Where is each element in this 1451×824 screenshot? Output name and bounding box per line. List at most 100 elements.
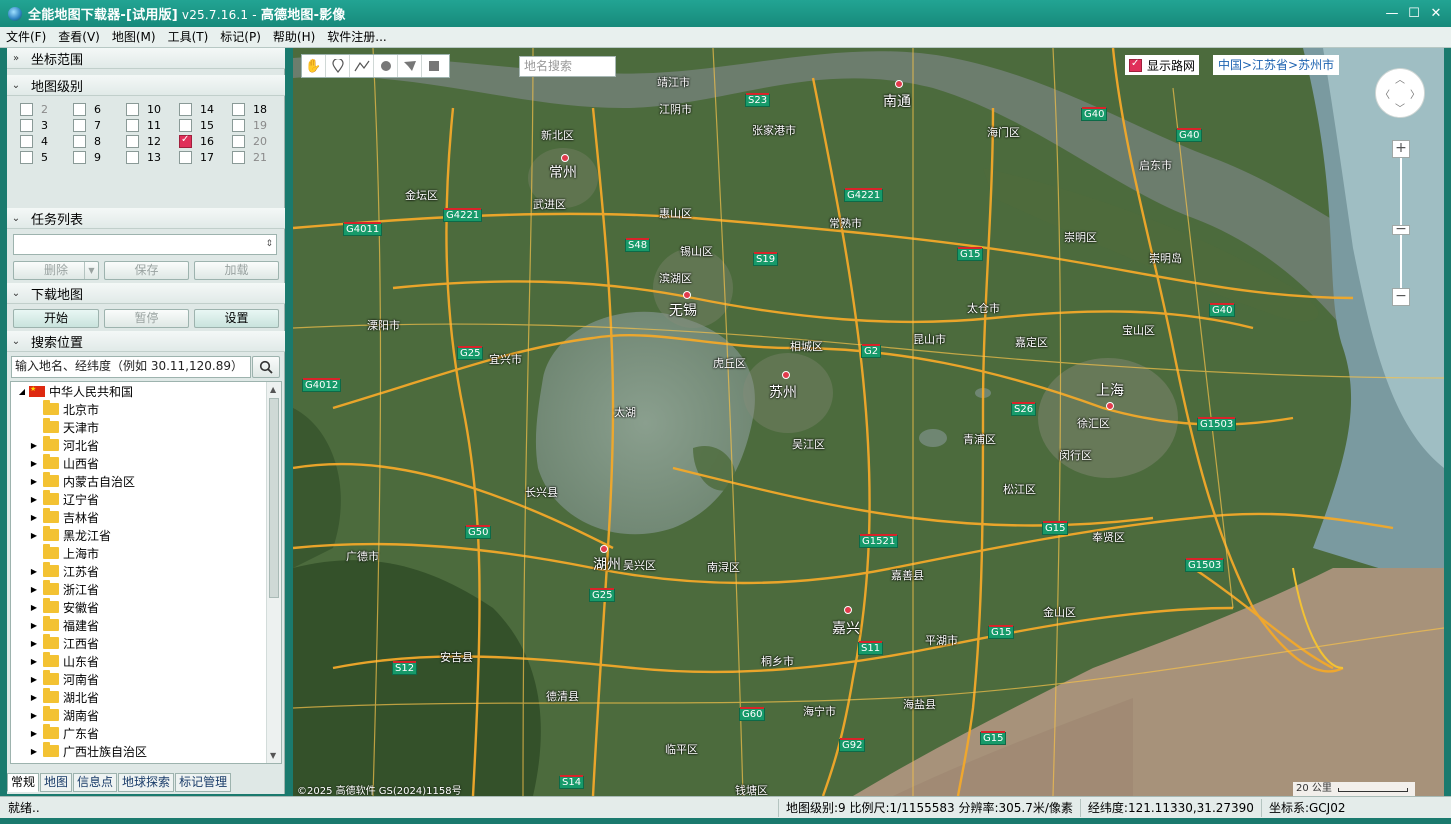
expand-arrow-icon[interactable]: ▶ (29, 621, 39, 630)
tab-map[interactable]: 地图 (40, 773, 73, 792)
tree-item[interactable]: ▶ 江西省 (31, 634, 99, 652)
scroll-up-icon[interactable]: ▲ (270, 385, 276, 394)
delete-task-button[interactable]: 删除 ▼ (13, 261, 99, 280)
expand-arrow-icon[interactable]: ▶ (29, 513, 39, 522)
tree-item[interactable]: ▶ 内蒙古自治区 (31, 472, 135, 490)
checkbox-box[interactable] (73, 102, 86, 116)
start-download-button[interactable]: 开始 (13, 309, 99, 328)
level-checkbox[interactable]: 14 (179, 102, 214, 116)
checkbox-box[interactable] (179, 150, 192, 164)
expand-arrow-icon[interactable]: ▶ (29, 459, 39, 468)
level-checkbox[interactable]: 19 (232, 118, 267, 132)
level-checkbox[interactable]: 16 (179, 134, 214, 148)
checkbox-box[interactable] (126, 134, 139, 148)
checkbox-box[interactable] (179, 102, 192, 116)
level-checkbox[interactable]: 8 (73, 134, 101, 148)
region-breadcrumb[interactable]: 中国>江苏省>苏州市 (1213, 55, 1340, 75)
checkbox-box[interactable] (232, 150, 245, 164)
circle-icon[interactable] (374, 55, 398, 77)
scroll-down-icon[interactable]: ▼ (270, 751, 276, 760)
level-checkbox[interactable]: 4 (20, 134, 48, 148)
tree-item[interactable]: ▶ 山西省 (31, 454, 99, 472)
pan-down-icon[interactable]: ﹀ (1395, 100, 1405, 115)
expand-arrow-icon[interactable]: ▶ (29, 675, 39, 684)
level-checkbox[interactable]: 10 (126, 102, 161, 116)
pan-hand-icon[interactable]: ✋ (302, 55, 326, 77)
map-place-search-input[interactable]: 地名搜索 (519, 56, 616, 77)
tree-item[interactable]: ▶ 安徽省 (31, 598, 99, 616)
checkbox-box[interactable] (232, 118, 245, 132)
tree-item[interactable]: ▶ 河北省 (31, 436, 99, 454)
checkmark-icon[interactable] (179, 134, 192, 148)
tree-item[interactable]: 天津市 (41, 418, 99, 436)
tree-item[interactable]: ▶ 江苏省 (31, 562, 99, 580)
scroll-thumb[interactable] (269, 398, 279, 598)
tree-item[interactable]: ▶ 吉林省 (31, 508, 99, 526)
close-button[interactable]: ✕ (1425, 4, 1447, 24)
search-button[interactable] (252, 356, 280, 378)
tree-item[interactable]: ▶ 山东省 (31, 652, 99, 670)
level-checkbox[interactable]: 18 (232, 102, 267, 116)
tree-item[interactable]: ▶ 湖北省 (31, 688, 99, 706)
menu-file[interactable]: 文件(F) (0, 27, 52, 48)
checkbox-box[interactable] (20, 118, 33, 132)
save-task-button[interactable]: 保存 (104, 261, 189, 280)
rectangle-icon[interactable] (422, 55, 446, 77)
level-checkbox[interactable]: 7 (73, 118, 101, 132)
load-task-button[interactable]: 加载 (194, 261, 279, 280)
expand-arrow-icon[interactable]: ▶ (29, 585, 39, 594)
pause-download-button[interactable]: 暂停 (104, 309, 189, 328)
expand-arrow-icon[interactable]: ▶ (29, 531, 39, 540)
tree-item[interactable]: ▶ 浙江省 (31, 580, 99, 598)
checkbox-box[interactable] (126, 150, 139, 164)
zoom-out-button[interactable]: − (1392, 288, 1410, 306)
tab-poi[interactable]: 信息点 (73, 773, 118, 792)
level-checkbox[interactable]: 15 (179, 118, 214, 132)
marker-icon[interactable] (326, 55, 350, 77)
section-search-location[interactable]: ⌄ 搜索位置 (7, 331, 285, 352)
checkbox-box[interactable] (73, 134, 86, 148)
checkbox-box[interactable] (126, 102, 139, 116)
polyline-icon[interactable] (350, 55, 374, 77)
section-task-list[interactable]: ⌄ 任务列表 (7, 208, 285, 229)
pan-navigation-pad[interactable]: ︿ ﹀ 〈 〉 (1375, 68, 1425, 118)
expand-arrow-icon[interactable]: ▶ (29, 657, 39, 666)
tree-item[interactable]: ▶ 黑龙江省 (31, 526, 111, 544)
level-checkbox[interactable]: 12 (126, 134, 161, 148)
show-road-network-toggle[interactable]: 显示路网 (1125, 55, 1200, 75)
expanded-arrow-icon[interactable]: ◢ (17, 387, 27, 396)
level-checkbox[interactable]: 9 (73, 150, 101, 164)
tree-item[interactable]: ▶ 河南省 (31, 670, 99, 688)
tab-general[interactable]: 常规 (7, 773, 40, 792)
expand-arrow-icon[interactable]: ▶ (29, 729, 39, 738)
pan-left-icon[interactable]: 〈 (1380, 86, 1390, 101)
tree-item[interactable]: ▶ 福建省 (31, 616, 99, 634)
minimize-button[interactable]: — (1381, 4, 1403, 24)
maximize-button[interactable]: ☐ (1403, 4, 1425, 24)
expand-arrow-icon[interactable]: ▶ (29, 747, 39, 756)
expand-arrow-icon[interactable]: ▶ (29, 495, 39, 504)
expand-arrow-icon[interactable]: ▶ (29, 639, 39, 648)
level-checkbox[interactable]: 11 (126, 118, 161, 132)
checkbox-box[interactable] (73, 118, 86, 132)
checkbox-box[interactable] (20, 150, 33, 164)
level-checkbox[interactable]: 5 (20, 150, 48, 164)
expand-arrow-icon[interactable]: ▶ (29, 711, 39, 720)
menu-marks[interactable]: 标记(P) (214, 27, 267, 48)
level-checkbox[interactable]: 20 (232, 134, 267, 148)
level-checkbox[interactable]: 2 (20, 102, 48, 116)
tree-item[interactable]: ▶ 广东省 (31, 724, 99, 742)
section-coord-range[interactable]: » 坐标范围 (7, 48, 285, 69)
tree-item[interactable]: 北京市 (41, 400, 99, 418)
zoom-in-button[interactable]: + (1392, 140, 1410, 158)
menu-map[interactable]: 地图(M) (106, 27, 162, 48)
download-settings-button[interactable]: 设置 (194, 309, 279, 328)
tree-root[interactable]: ◢ 中华人民共和国 (17, 382, 133, 400)
checkbox-box[interactable] (126, 118, 139, 132)
checkbox-box[interactable] (20, 102, 33, 116)
tab-earth-explore[interactable]: 地球探索 (118, 773, 175, 792)
checkbox-box[interactable] (179, 118, 192, 132)
level-checkbox[interactable]: 6 (73, 102, 101, 116)
location-search-input[interactable]: 输入地名、经纬度（例如 30.11,120.89） (11, 356, 251, 378)
menu-register[interactable]: 软件注册... (321, 27, 392, 48)
